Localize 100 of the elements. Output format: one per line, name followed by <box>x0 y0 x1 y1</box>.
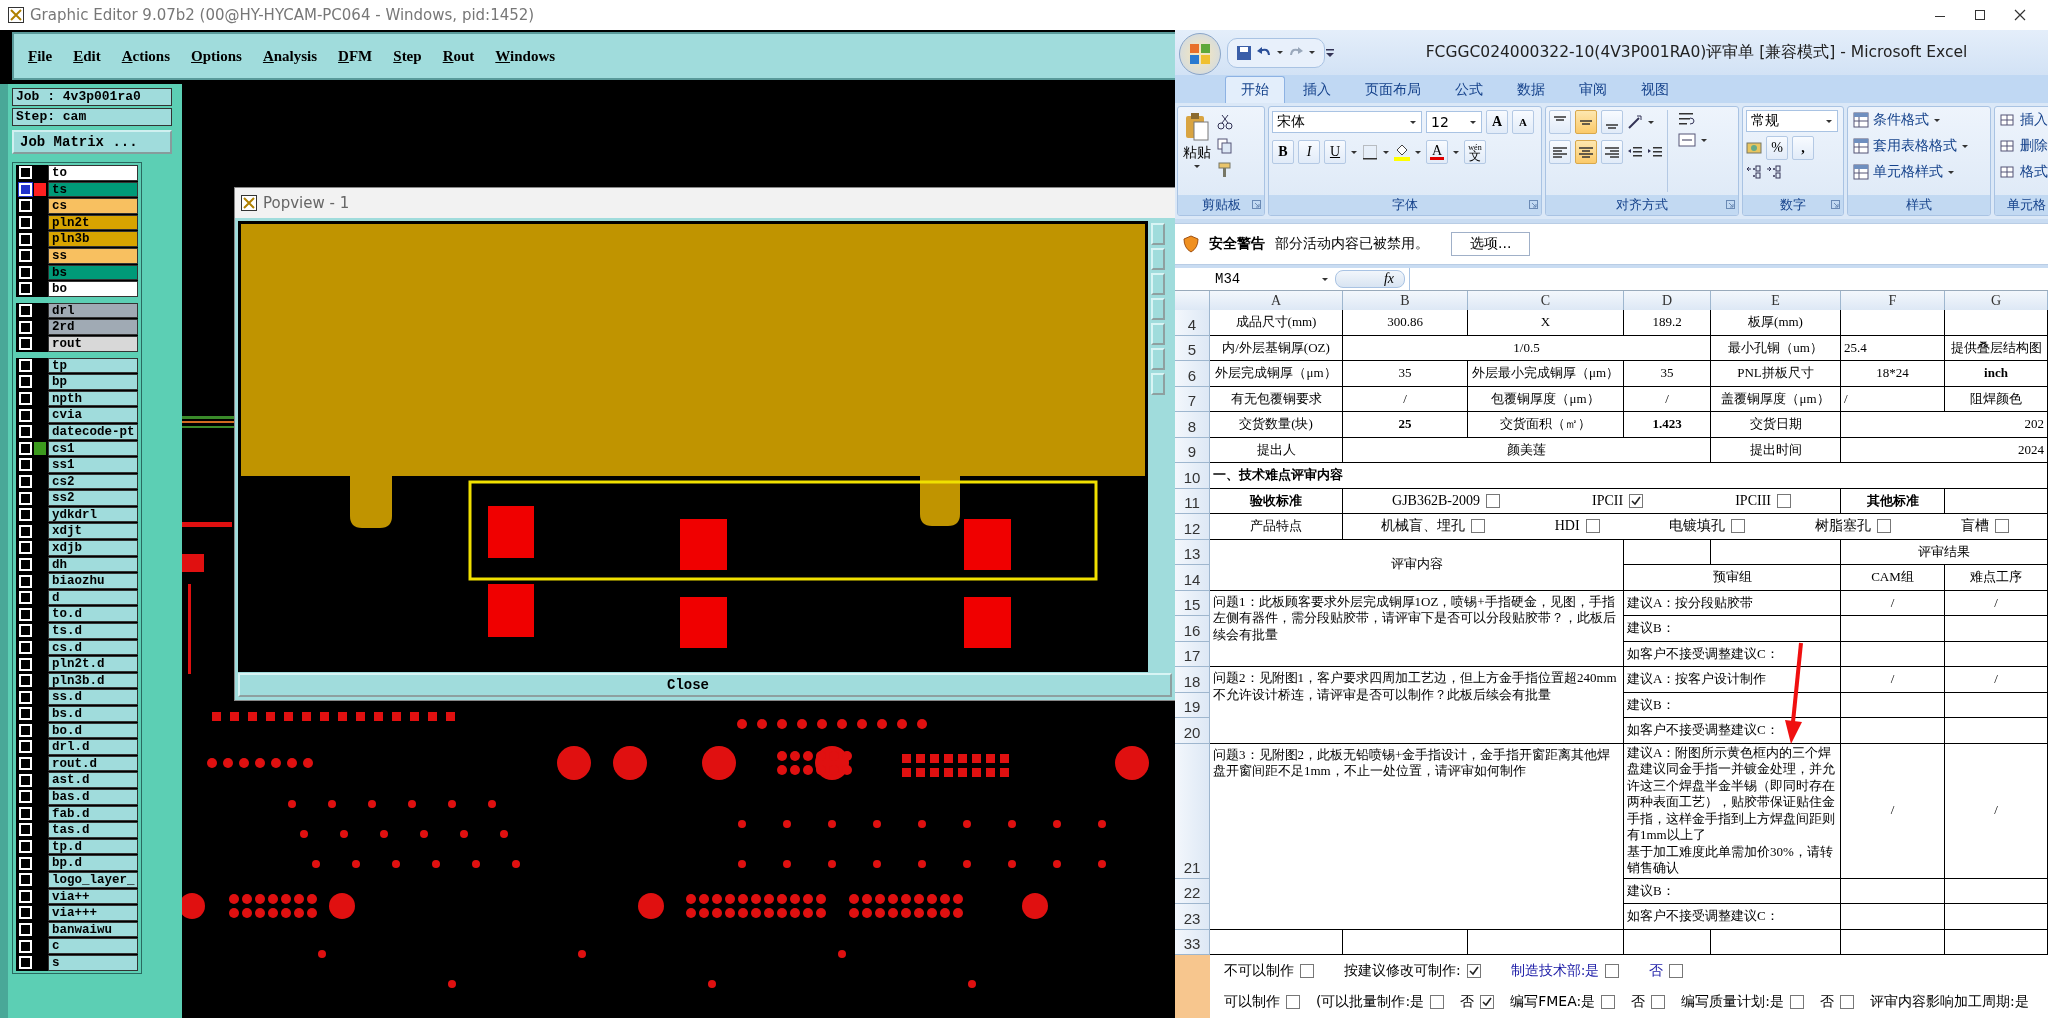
layer-name[interactable]: cvia <box>48 407 138 423</box>
layer-name[interactable]: pln3b <box>48 231 138 247</box>
layer-name[interactable]: 2rd <box>48 319 138 335</box>
row-header[interactable]: 7 <box>1175 386 1210 412</box>
checkbox[interactable] <box>1601 995 1616 1010</box>
layer-checkbox[interactable] <box>18 889 32 903</box>
menu-item[interactable]: DFM <box>338 47 373 65</box>
row-header[interactable]: 14 <box>1175 565 1210 591</box>
dropdown-caret-icon[interactable] <box>1452 149 1460 155</box>
layer-checkbox[interactable] <box>18 939 32 953</box>
layer-name[interactable]: cs <box>48 198 138 214</box>
column-header[interactable]: B <box>1343 291 1468 311</box>
name-box[interactable]: M34 <box>1175 268 1335 290</box>
menu-item[interactable]: Actions <box>121 47 171 65</box>
layer-checkbox[interactable] <box>18 265 32 279</box>
layer-name[interactable]: tp.d <box>48 838 138 855</box>
layer-checkbox[interactable] <box>18 740 32 754</box>
ribbon-tab[interactable]: 公式 <box>1439 76 1499 103</box>
scissors-icon[interactable] <box>1217 114 1233 130</box>
row-header[interactable]: 9 <box>1175 437 1210 463</box>
dropdown-caret-icon[interactable] <box>1647 119 1655 125</box>
style-menu-button[interactable]: 条件格式 <box>1851 110 1971 130</box>
maximize-icon[interactable] <box>1974 9 1986 21</box>
layer-name[interactable]: biaozhu <box>48 573 138 589</box>
ribbon-tab[interactable]: 数据 <box>1501 76 1561 103</box>
dropdown-caret-icon[interactable] <box>1825 118 1833 124</box>
layer-name[interactable]: pln3b.d <box>48 672 138 689</box>
layer-checkbox[interactable] <box>18 249 32 263</box>
column-header[interactable]: C <box>1468 291 1624 311</box>
column-header[interactable]: D <box>1624 291 1711 311</box>
layer-name[interactable]: cs1 <box>48 440 138 457</box>
layer-checkbox[interactable] <box>18 723 32 737</box>
layer-name[interactable]: pln2t.d <box>48 656 138 672</box>
layer-checkbox[interactable] <box>18 823 32 837</box>
layer-name[interactable]: logo_layer_ <box>48 871 138 888</box>
checkbox[interactable] <box>1430 995 1445 1010</box>
checkbox[interactable] <box>1605 963 1620 978</box>
paintbrush-icon[interactable] <box>1217 162 1233 178</box>
layer-checkbox[interactable] <box>18 458 32 472</box>
style-menu-button[interactable]: 套用表格格式 <box>1851 136 1971 156</box>
layer-name[interactable]: ts <box>48 181 138 198</box>
text-orientation-icon[interactable] <box>1627 114 1643 130</box>
bottom-align-button[interactable] <box>1601 110 1623 134</box>
layer-name[interactable]: tas.d <box>48 822 138 838</box>
row-header[interactable]: 20 <box>1175 718 1210 744</box>
menu-item[interactable]: Step <box>393 47 422 65</box>
row-header[interactable]: 21 <box>1175 743 1210 879</box>
layer-name[interactable]: drl.d <box>48 739 138 755</box>
checkbox[interactable] <box>1485 493 1500 508</box>
dropdown-caret-icon[interactable] <box>1933 117 1941 123</box>
checkbox[interactable] <box>1585 519 1600 534</box>
checkbox[interactable] <box>1731 519 1746 534</box>
comma-button[interactable]: , <box>1792 136 1814 160</box>
dropdown-caret-icon[interactable] <box>1276 50 1284 55</box>
save-icon[interactable] <box>1236 44 1252 61</box>
column-header[interactable]: E <box>1711 291 1841 311</box>
increase-indent-icon[interactable] <box>1647 144 1663 160</box>
dropdown-caret-icon[interactable] <box>1414 149 1422 155</box>
layer-name[interactable]: to.d <box>48 606 138 623</box>
ribbon-tab[interactable]: 插入 <box>1287 76 1347 103</box>
layer-name[interactable]: ss <box>48 247 138 264</box>
layer-name[interactable]: pln2t <box>48 214 138 231</box>
row-header[interactable]: 33 <box>1175 929 1210 955</box>
menu-item[interactable]: Analysis <box>262 47 318 65</box>
layer-name[interactable]: to <box>48 165 138 181</box>
grow-font-button[interactable]: A <box>1486 110 1508 134</box>
layer-checkbox[interactable] <box>18 690 32 704</box>
layer-checkbox[interactable] <box>18 773 32 787</box>
layer-name[interactable]: ydkdrl <box>48 506 138 523</box>
layer-name[interactable]: via+++ <box>48 905 138 921</box>
row-header[interactable]: 8 <box>1175 412 1210 438</box>
checkbox[interactable] <box>1300 963 1314 978</box>
insert-function-button[interactable]: fx <box>1335 270 1405 288</box>
layer-checkbox[interactable] <box>18 320 32 334</box>
layer-checkbox[interactable] <box>18 282 32 296</box>
layer-name[interactable]: bs <box>48 264 138 281</box>
style-menu-button[interactable]: 单元格样式 <box>1851 162 1971 182</box>
layer-name[interactable]: ss.d <box>48 689 138 705</box>
row-header[interactable]: 6 <box>1175 361 1210 387</box>
checkbox[interactable] <box>1789 995 1804 1010</box>
checkbox[interactable] <box>1470 519 1485 534</box>
layer-name[interactable]: bs.d <box>48 706 138 722</box>
layer-name[interactable]: rout.d <box>48 755 138 772</box>
layer-checkbox[interactable] <box>18 337 32 351</box>
layer-name[interactable]: xdjt <box>48 523 138 540</box>
layer-checkbox[interactable] <box>18 757 32 771</box>
layer-checkbox[interactable] <box>18 392 32 405</box>
borders-icon[interactable] <box>1362 144 1378 160</box>
layer-name[interactable]: rout <box>48 335 138 352</box>
layer-name[interactable]: fab.d <box>48 805 138 822</box>
layer-name[interactable]: dh <box>48 556 138 573</box>
dropdown-caret-icon[interactable] <box>1308 50 1316 55</box>
ribbon-tab[interactable]: 视图 <box>1625 76 1685 103</box>
layer-checkbox[interactable] <box>18 408 32 422</box>
dropdown-caret-icon[interactable] <box>1382 149 1390 155</box>
row-header[interactable]: 22 <box>1175 878 1210 904</box>
layer-checkbox[interactable] <box>18 232 32 246</box>
close-button[interactable]: Close <box>238 673 1172 697</box>
increase-decimal-icon[interactable] <box>1746 164 1762 180</box>
dropdown-caret-icon[interactable] <box>1350 149 1358 155</box>
